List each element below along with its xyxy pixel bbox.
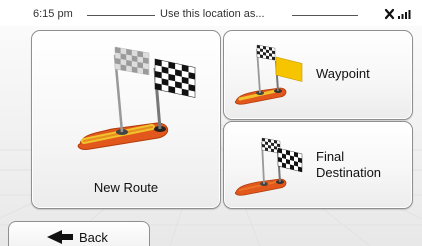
clock: 6:15 pm [33, 8, 73, 20]
gps-signal-icon [384, 8, 411, 20]
page-title: Use this location as... [160, 8, 265, 20]
waypoint-flag-icon [234, 44, 303, 105]
title-divider-left [87, 15, 155, 16]
back-button[interactable]: Back [8, 221, 150, 246]
checkered-flags-route-icon [77, 46, 196, 150]
waypoint-label: Waypoint [316, 66, 370, 81]
status-bar: 6:15 pm Use this location as... [0, 0, 422, 26]
new-route-button[interactable]: New Route [31, 30, 221, 209]
final-destination-flag-icon [234, 137, 303, 196]
new-route-label: New Route [93, 180, 159, 195]
back-label: Back [79, 230, 108, 245]
final-destination-label: Final Destination [316, 149, 382, 180]
waypoint-button[interactable]: Waypoint [223, 30, 413, 120]
final-destination-button[interactable]: Final Destination [223, 121, 413, 209]
back-arrow-icon [47, 230, 62, 244]
title-divider-right [292, 15, 358, 16]
back-arrow-icon-shaft [61, 234, 73, 240]
